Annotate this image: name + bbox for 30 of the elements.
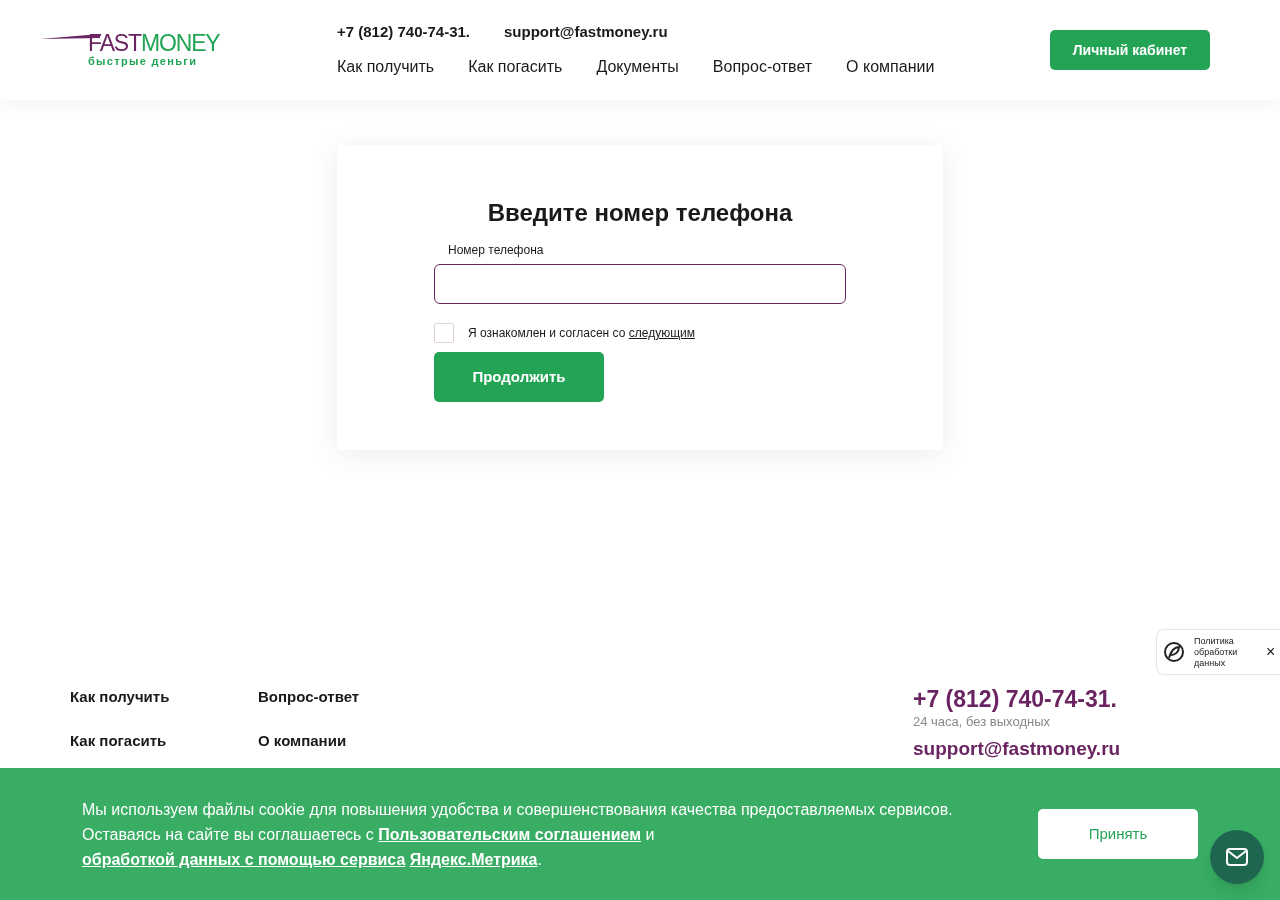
footer-link[interactable]: Вопрос-ответ [258, 686, 360, 709]
footer-email[interactable]: support@fastmoney.ru [913, 737, 1173, 760]
footer-phone[interactable]: +7 (812) 740-74-31. [913, 686, 1173, 712]
nav-link[interactable]: О компании [846, 55, 935, 80]
footer-link[interactable]: Как погасить [70, 729, 258, 752]
phone-link[interactable]: +7 (812) 740-74-31. [337, 20, 470, 44]
nav-link[interactable]: Документы [596, 55, 679, 80]
terms-link[interactable]: следующим [628, 326, 695, 340]
hours-text: 24 часа, без выходных [913, 713, 1051, 731]
nav-link[interactable]: Как получить [337, 55, 435, 80]
logo-tagline: быстрые деньги [87, 54, 199, 69]
cookie-text: Мы используем файлы cookie для повышения удобства и совершенствования качества предоставляемых сервисов. Оставаясь на сайте вы соглашаетесь с Пользовательским соглашением и обработкой данных с помощью сервиса Яндекс.Метрика. [82, 799, 954, 870]
agree-checkbox[interactable] [434, 323, 454, 343]
mail-icon [1226, 848, 1248, 866]
phone-field[interactable] [434, 264, 846, 304]
policy-text: Политика обработки данных [1194, 635, 1239, 669]
logo-text: FAST [88, 31, 141, 55]
footer-link[interactable]: О компании [258, 729, 360, 752]
close-icon[interactable]: × [1266, 640, 1276, 664]
field-label: Номер телефона [448, 242, 545, 259]
footer-link[interactable]: Как получить [70, 686, 258, 709]
email-link[interactable]: support@fastmoney.ru [504, 20, 668, 44]
policy-widget[interactable]: Политика обработки данных × [1156, 629, 1280, 675]
leaf-icon [1163, 641, 1185, 663]
nav-link[interactable]: Вопрос-ответ [712, 55, 813, 80]
agree-text: Я ознакомлен и согласен со следующим [468, 325, 695, 342]
logo[interactable]: FASTMONEY быстрые деньги [40, 31, 240, 69]
nav-link[interactable]: Как погасить [468, 55, 563, 80]
logo-text: MONEY [140, 31, 220, 55]
form-title: Введите номер телефона [487, 198, 793, 228]
